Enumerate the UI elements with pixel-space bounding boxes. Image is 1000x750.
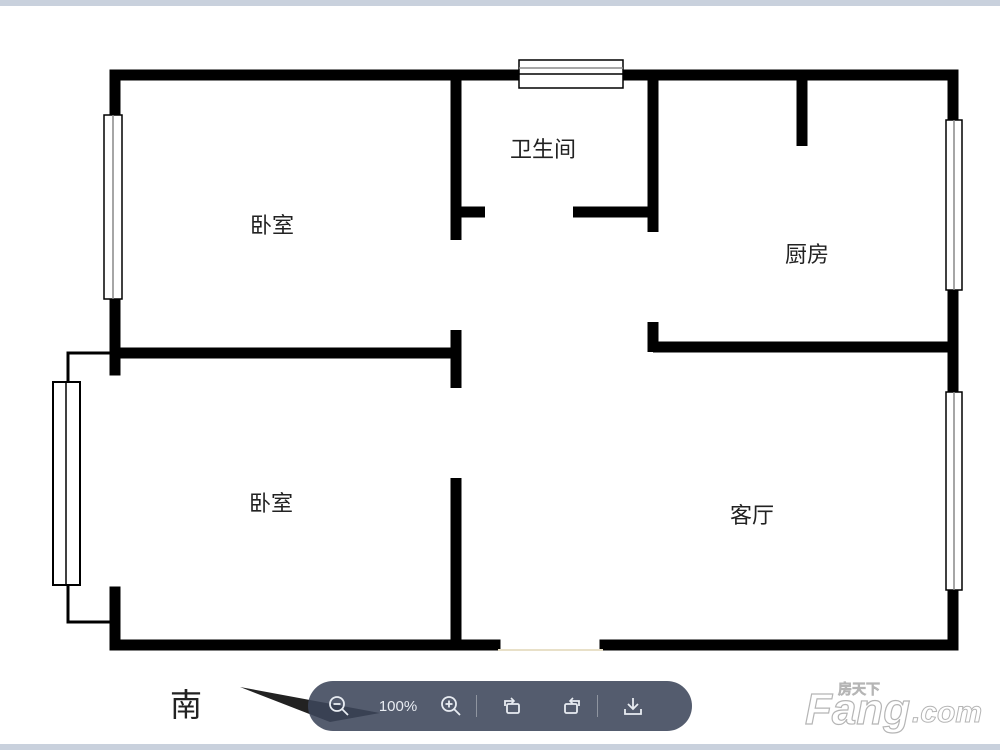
windows — [52, 59, 963, 624]
room-label-kitchen: 厨房 — [785, 243, 829, 268]
room-label-living-room: 客厅 — [730, 504, 774, 529]
zoom-in-icon — [441, 696, 461, 716]
svg-text:房天下: 房天下 — [838, 681, 880, 698]
download-icon — [624, 698, 642, 715]
rotate-left-icon — [504, 697, 520, 714]
svg-text:.com: .com — [912, 696, 982, 729]
zoom-out-button[interactable] — [308, 681, 370, 731]
zoom-level: 100% — [378, 697, 418, 715]
rotate-right-icon — [564, 697, 580, 714]
viewer-toolbar: 100% — [308, 681, 692, 731]
fang-watermark-logo: Fang .com 房天下 — [804, 681, 982, 735]
compass-label: 南 — [170, 686, 203, 724]
floor-plan: 卧室 卫生间 厨房 卧室 客厅 — [52, 59, 963, 722]
zoom-in-button[interactable] — [426, 681, 476, 731]
rotate-right-button[interactable] — [547, 681, 597, 731]
zoom-out-icon — [329, 696, 349, 716]
room-label-bedroom-north: 卧室 — [250, 214, 294, 239]
room-label-bedroom-south: 卧室 — [249, 492, 293, 517]
viewer-bottom-bar — [0, 744, 1000, 750]
download-button[interactable] — [598, 681, 668, 731]
room-label-bathroom: 卫生间 — [510, 138, 576, 163]
rotate-left-button[interactable] — [477, 681, 547, 731]
